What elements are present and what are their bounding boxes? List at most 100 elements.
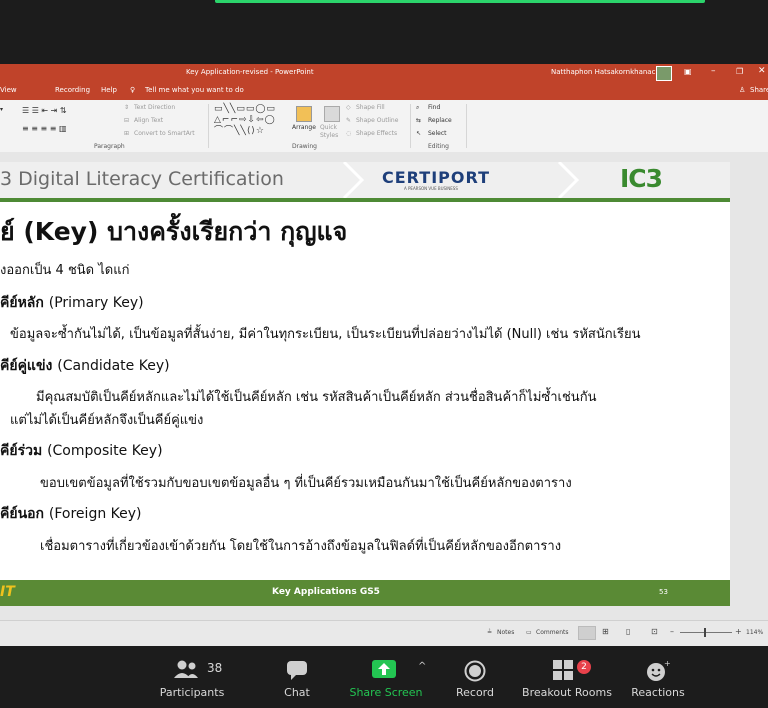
chat-label: Chat (284, 686, 310, 699)
align-icons[interactable]: ≡ ≡ ≡ ≡ ▥ (22, 124, 67, 133)
slide-intro[interactable]: งออกเป็น 4 ชนิด ไดแก่ (0, 259, 129, 280)
menu-recording[interactable]: Recording (55, 86, 90, 94)
certiport-tagline: A PEARSON VUE BUSINESS (404, 186, 458, 191)
record-button[interactable]: Record (444, 646, 506, 708)
menu-help[interactable]: Help (101, 86, 117, 94)
chat-button[interactable]: Chat (264, 646, 330, 708)
reactions-label: Reactions (631, 686, 685, 699)
certiport-logo: CERTIPORT (382, 168, 490, 187)
reactions-icon: + (647, 660, 670, 681)
drawing-group-label: Drawing (292, 143, 317, 150)
restore-icon[interactable]: ❐ (736, 67, 743, 76)
ribbon-display-icon[interactable]: ▣ (684, 67, 692, 76)
item-title-foreign-key[interactable]: คีย์นอก (Foreign Key) (0, 503, 142, 525)
ribbon: ▾ ☰ ☰ ⇤ ⇥ ⇅ ≡ ≡ ≡ ≡ ▥ ⇕ Text Direction ⊟… (0, 100, 768, 153)
window-title: Key Application-revised - PowerPoint (186, 68, 314, 76)
slide-header: 3 Digital Literacy Certification CERTIPO… (0, 162, 730, 198)
slide-editing-area: 3 Digital Literacy Certification CERTIPO… (0, 152, 768, 620)
item-body-foreign-key[interactable]: เชื่อมตารางที่เกี่ยวข้องเข้าด้วยกัน โดยใ… (40, 535, 561, 556)
menu-view[interactable]: View (0, 86, 17, 94)
share-screen-button[interactable]: ^ Share Screen (342, 646, 430, 708)
zoom-in-icon[interactable]: + (735, 627, 742, 636)
bullets-icon[interactable]: ▾ (0, 106, 3, 113)
share-button[interactable]: Share (750, 86, 768, 94)
list-icon[interactable]: ☰ ☰ ⇤ ⇥ ⇅ (22, 106, 67, 115)
shapes-gallery[interactable]: ▭╲╲▭▭◯▭ △⌐⌐⇨⇩⇦◯ ⌒⌒╲╲⟨⟩☆ (214, 104, 288, 140)
item-title-candidate-key[interactable]: คีย์คู่แข่ง (Candidate Key) (0, 355, 170, 377)
slide[interactable]: 3 Digital Literacy Certification CERTIPO… (0, 162, 730, 606)
ribbon-separator (466, 104, 467, 148)
zoom-meeting-toolbar: 38 Participants Chat ^ Share Screen Reco… (0, 646, 768, 708)
select-icon[interactable]: ↖ (416, 130, 421, 137)
notes-icon[interactable]: ≟ (487, 629, 492, 636)
item-body-candidate-key-cont[interactable]: แต่ไม่ได้เป็นคีย์หลักจึงเป็นคีย์คู่แข่ง (10, 409, 203, 430)
breakout-badge: 2 (577, 660, 591, 674)
user-name[interactable]: Natthaphon Hatsakornkhanachok (551, 68, 668, 76)
find-button[interactable]: Find (428, 104, 440, 111)
smartart-icon[interactable]: ⊞ (124, 130, 129, 137)
reading-view-icon[interactable]: ▯ (626, 627, 630, 636)
shape-outline-button[interactable]: Shape Outline (356, 117, 398, 124)
reactions-button[interactable]: + Reactions (626, 646, 690, 708)
user-avatar[interactable] (656, 66, 672, 81)
slide-sorter-icon[interactable]: ⊞ (602, 627, 609, 636)
ribbon-separator (410, 104, 411, 148)
paragraph-group-label: Paragraph (94, 143, 125, 150)
find-icon[interactable]: ⌕ (416, 104, 419, 112)
sharing-indicator-bar (215, 0, 705, 3)
participants-label: Participants (159, 686, 225, 699)
slide-heading[interactable]: ย์ (Key) บางครั้งเรียกว่า กุญแจ (0, 212, 347, 252)
svg-text:+: + (664, 660, 670, 668)
item-title-composite-key[interactable]: คีย์ร่วม (Composite Key) (0, 440, 163, 462)
share-screen-icon (372, 660, 396, 678)
text-direction-button[interactable]: Text Direction (134, 104, 175, 111)
convert-smartart-button[interactable]: Convert to SmartArt (134, 130, 195, 137)
shape-outline-icon[interactable]: ✎ (346, 117, 351, 124)
zoom-slider[interactable] (680, 632, 732, 633)
zoom-top-area (0, 0, 768, 64)
quick-styles-button[interactable]: Quick Styles (320, 124, 344, 140)
shape-fill-button[interactable]: Shape Fill (356, 104, 385, 111)
status-bar: ≟ Notes ▭ Comments ⊞ ▯ ⊡ – + 114% (0, 620, 768, 646)
participants-count: 38 (207, 661, 223, 675)
replace-button[interactable]: Replace (428, 117, 452, 124)
text-direction-icon[interactable]: ⇕ (124, 104, 129, 111)
ic3-logo: IC3 (620, 164, 663, 193)
slide-footer: IT Key Applications GS5 53 (0, 580, 730, 606)
record-label: Record (455, 686, 494, 699)
align-text-button[interactable]: Align Text (134, 117, 163, 124)
record-icon (464, 660, 486, 682)
align-text-icon[interactable]: ⊟ (124, 117, 129, 124)
normal-view-icon[interactable] (578, 626, 596, 640)
chat-icon (287, 661, 307, 680)
minimize-icon[interactable]: – (711, 66, 716, 76)
select-button[interactable]: Select (428, 130, 447, 137)
zoom-slider-thumb[interactable] (704, 628, 706, 637)
notes-button[interactable]: Notes (497, 629, 514, 636)
comments-button[interactable]: Comments (536, 629, 569, 636)
item-body-primary-key[interactable]: ข้อมูลจะซ้ำกันไม่ได้, เป็นข้อมูลที่สั้นง… (10, 323, 641, 344)
comments-icon[interactable]: ▭ (526, 629, 532, 636)
replace-icon[interactable]: ⇆ (416, 117, 421, 124)
tell-me-search[interactable]: Tell me what you want to do (145, 86, 244, 94)
ribbon-separator (208, 104, 209, 148)
share-options-chevron-icon[interactable]: ^ (418, 661, 426, 672)
arrange-button[interactable]: Arrange (292, 124, 316, 131)
slideshow-icon[interactable]: ⊡ (651, 627, 658, 636)
share-screen-label: Share Screen (349, 686, 423, 699)
arrange-icon[interactable] (296, 106, 312, 122)
breakout-rooms-button[interactable]: 2 Breakout Rooms (516, 646, 618, 708)
item-title-primary-key[interactable]: คีย์หลัก (Primary Key) (0, 292, 144, 314)
quick-styles-icon[interactable] (324, 106, 340, 122)
close-icon[interactable]: ✕ (758, 66, 766, 76)
share-person-icon[interactable]: ♙ (739, 86, 745, 94)
slide-header-rule (0, 198, 730, 202)
item-body-composite-key[interactable]: ขอบเขตข้อมูลที่ใช้รวมกับขอบเขตข้อมูลอื่น… (40, 472, 572, 493)
zoom-out-icon[interactable]: – (670, 627, 674, 636)
participants-button[interactable]: 38 Participants (150, 646, 234, 708)
shape-fill-icon[interactable]: ◇ (346, 104, 351, 111)
zoom-level[interactable]: 114% (746, 629, 763, 636)
shape-effects-icon[interactable]: ◌ (346, 130, 351, 137)
item-body-candidate-key[interactable]: มีคุณสมบัติเป็นคีย์หลักและไม่ได้ใช้เป็นค… (36, 386, 596, 407)
shape-effects-button[interactable]: Shape Effects (356, 130, 397, 137)
